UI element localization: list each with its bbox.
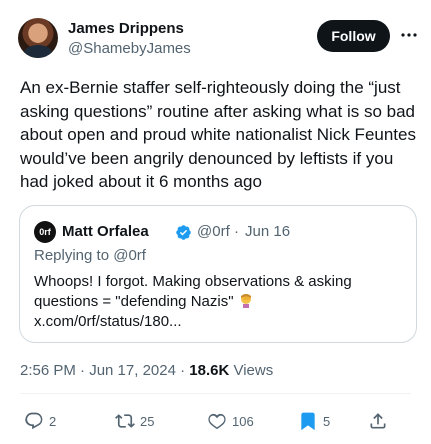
follow-button[interactable]: Follow — [317, 20, 390, 52]
quoted-link[interactable]: x.com/0rf/status/180... — [34, 313, 182, 330]
share-icon — [370, 413, 386, 429]
quoted-text: Whoops! I forgot. Making observations & … — [34, 272, 404, 332]
separator-dot: · — [234, 223, 239, 240]
replying-to: Replying to @0rf — [34, 247, 146, 264]
repost-button[interactable]: 25 — [115, 411, 154, 431]
author-handle[interactable]: @ShamebyJames — [68, 40, 191, 57]
bookmark-count: 5 — [323, 413, 331, 429]
quoted-author-avatar[interactable]: 0rf — [34, 221, 56, 243]
tweet-header: James Drippens @ShamebyJames Follow — [0, 0, 431, 70]
action-bar: 2 25 106 5 — [0, 403, 431, 439]
tweet-text: An ex-Bernie staffer self-righteously do… — [20, 78, 416, 192]
verified-icon — [176, 225, 191, 240]
like-button[interactable]: 106 — [207, 411, 254, 431]
quoted-date[interactable]: Jun 16 — [245, 223, 290, 240]
timestamp[interactable]: 2:56 PM · Jun 17, 2024 · — [20, 362, 189, 379]
bookmark-icon — [301, 412, 315, 431]
quoted-author-handle[interactable]: @0rf — [197, 223, 230, 240]
like-icon — [208, 413, 226, 430]
replying-prefix: Replying to — [34, 247, 114, 264]
views-label: Views — [229, 362, 274, 379]
quoted-tweet[interactable]: 0rf Matt Orfalea @0rf · Jun 16 Replying … — [19, 205, 417, 343]
reply-button[interactable]: 2 — [24, 411, 56, 431]
like-count: 106 — [232, 413, 254, 429]
author-avatar[interactable] — [18, 18, 58, 58]
more-icon[interactable] — [398, 24, 420, 46]
divider — [20, 393, 411, 394]
repost-count: 25 — [140, 413, 155, 429]
quoted-body: Whoops! I forgot. Making observations & … — [34, 273, 352, 310]
author-name[interactable]: James Drippens — [68, 20, 184, 37]
reply-icon — [25, 412, 43, 430]
tweet-meta: 2:56 PM · Jun 17, 2024 · 18.6K Views — [20, 362, 273, 379]
facepalm-emoji-icon — [240, 294, 251, 308]
reply-count: 2 — [49, 413, 57, 429]
bookmark-button[interactable]: 5 — [298, 411, 330, 431]
share-button[interactable] — [368, 411, 388, 431]
repost-icon — [115, 414, 135, 428]
replying-to-handle[interactable]: @0rf — [113, 247, 146, 264]
quoted-author-name[interactable]: Matt Orfalea — [62, 223, 149, 240]
views-count: 18.6K — [189, 362, 230, 379]
